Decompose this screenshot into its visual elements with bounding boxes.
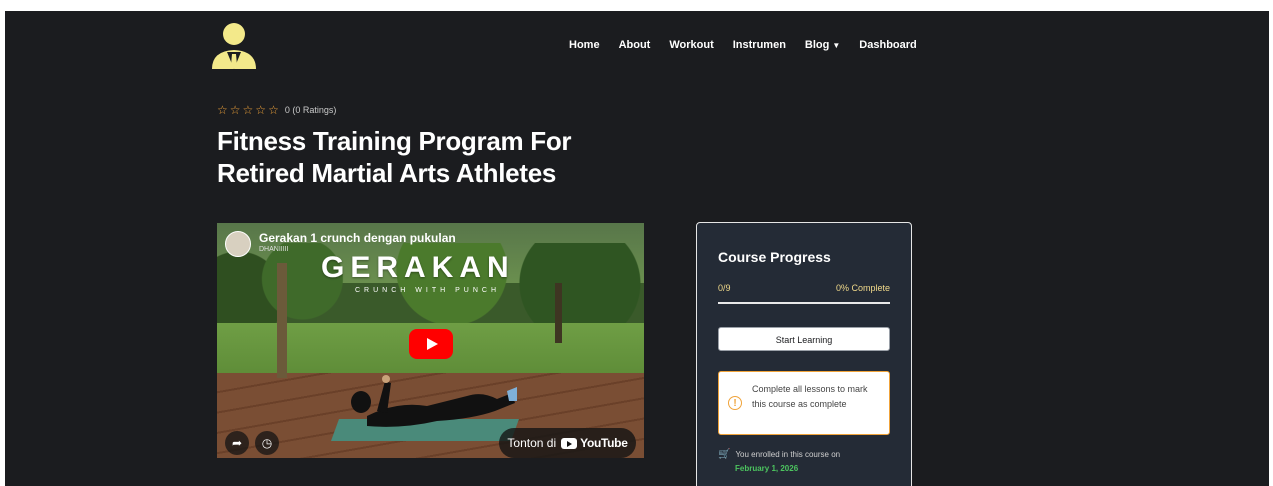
youtube-video-embed[interactable]: Gerakan 1 crunch dengan pukulan DHANIIII… (217, 223, 644, 458)
enrolled-date: February 1, 2026 (735, 464, 799, 473)
video-thumbnail-person (367, 375, 517, 427)
lessons-count: 0/9 (718, 283, 731, 293)
star-outline-icon: ☆ (217, 103, 228, 117)
start-learning-button[interactable]: Start Learning (718, 327, 890, 351)
nav-about[interactable]: About (619, 39, 651, 51)
nav-instrumen[interactable]: Instrumen (733, 39, 786, 51)
video-thumbnail-tree-trunk (277, 263, 287, 378)
course-title: Fitness Training Program For Retired Mar… (217, 126, 572, 188)
video-title[interactable]: Gerakan 1 crunch dengan pukulan (259, 231, 456, 245)
course-progress-panel: Course Progress 0/9 0% Complete Start Le… (696, 222, 912, 486)
completion-notice: ! Complete all lessons to mark this cour… (718, 371, 890, 435)
channel-avatar[interactable] (225, 231, 251, 257)
play-button-icon[interactable] (409, 329, 453, 359)
video-thumbnail-tree-trunk (555, 283, 562, 343)
star-outline-icon: ☆ (242, 103, 254, 117)
nav-home[interactable]: Home (569, 39, 600, 51)
cart-icon: 🛒 (718, 449, 731, 460)
nav-workout[interactable]: Workout (669, 39, 713, 51)
percent-complete: 0% Complete (835, 283, 890, 293)
page-frame: Home About Workout Instrumen Blog ▼ Dashb… (5, 11, 1269, 486)
main-nav: Home About Workout Instrumen Blog ▼ Dashb… (569, 39, 936, 51)
alert-circle-icon: ! (728, 396, 742, 410)
nav-dashboard[interactable]: Dashboard (859, 39, 916, 51)
star-outline-icon: ☆ (255, 103, 267, 117)
video-thumbnail-person-head (351, 391, 371, 413)
progress-title: Course Progress (718, 249, 831, 265)
chevron-down-icon: ▼ (832, 41, 841, 50)
video-overlay-title: GERAKAN (321, 251, 515, 284)
star-outline-icon: ☆ (229, 103, 241, 117)
nav-blog-label: Blog (804, 39, 830, 51)
notice-text: Complete all lessons to mark this course… (752, 384, 868, 409)
star-outline-icon: ☆ (268, 103, 279, 117)
watch-on-label: Tonton di (507, 436, 557, 450)
progress-bar (718, 302, 890, 304)
share-icon[interactable]: ➦ (225, 431, 249, 455)
watch-on-youtube-button[interactable]: Tonton di YouTube (499, 428, 636, 458)
clock-watch-later-icon[interactable]: ◷ (255, 431, 279, 455)
logo-businessman-icon[interactable] (210, 21, 258, 71)
enrollment-info: 🛒 You enrolled in this course on (718, 449, 840, 460)
video-overlay-subtitle: CRUNCH WITH PUNCH (355, 287, 500, 294)
youtube-wordmark: YouTube (580, 436, 628, 450)
nav-blog[interactable]: Blog ▼ (805, 39, 840, 51)
enrolled-text: You enrolled in this course on (735, 450, 841, 459)
course-rating: ☆ ☆ ☆ ☆ ☆ 0 (0 Ratings) (217, 103, 336, 117)
rating-text: 0 (0 Ratings) (284, 105, 337, 115)
youtube-play-icon (561, 437, 578, 449)
